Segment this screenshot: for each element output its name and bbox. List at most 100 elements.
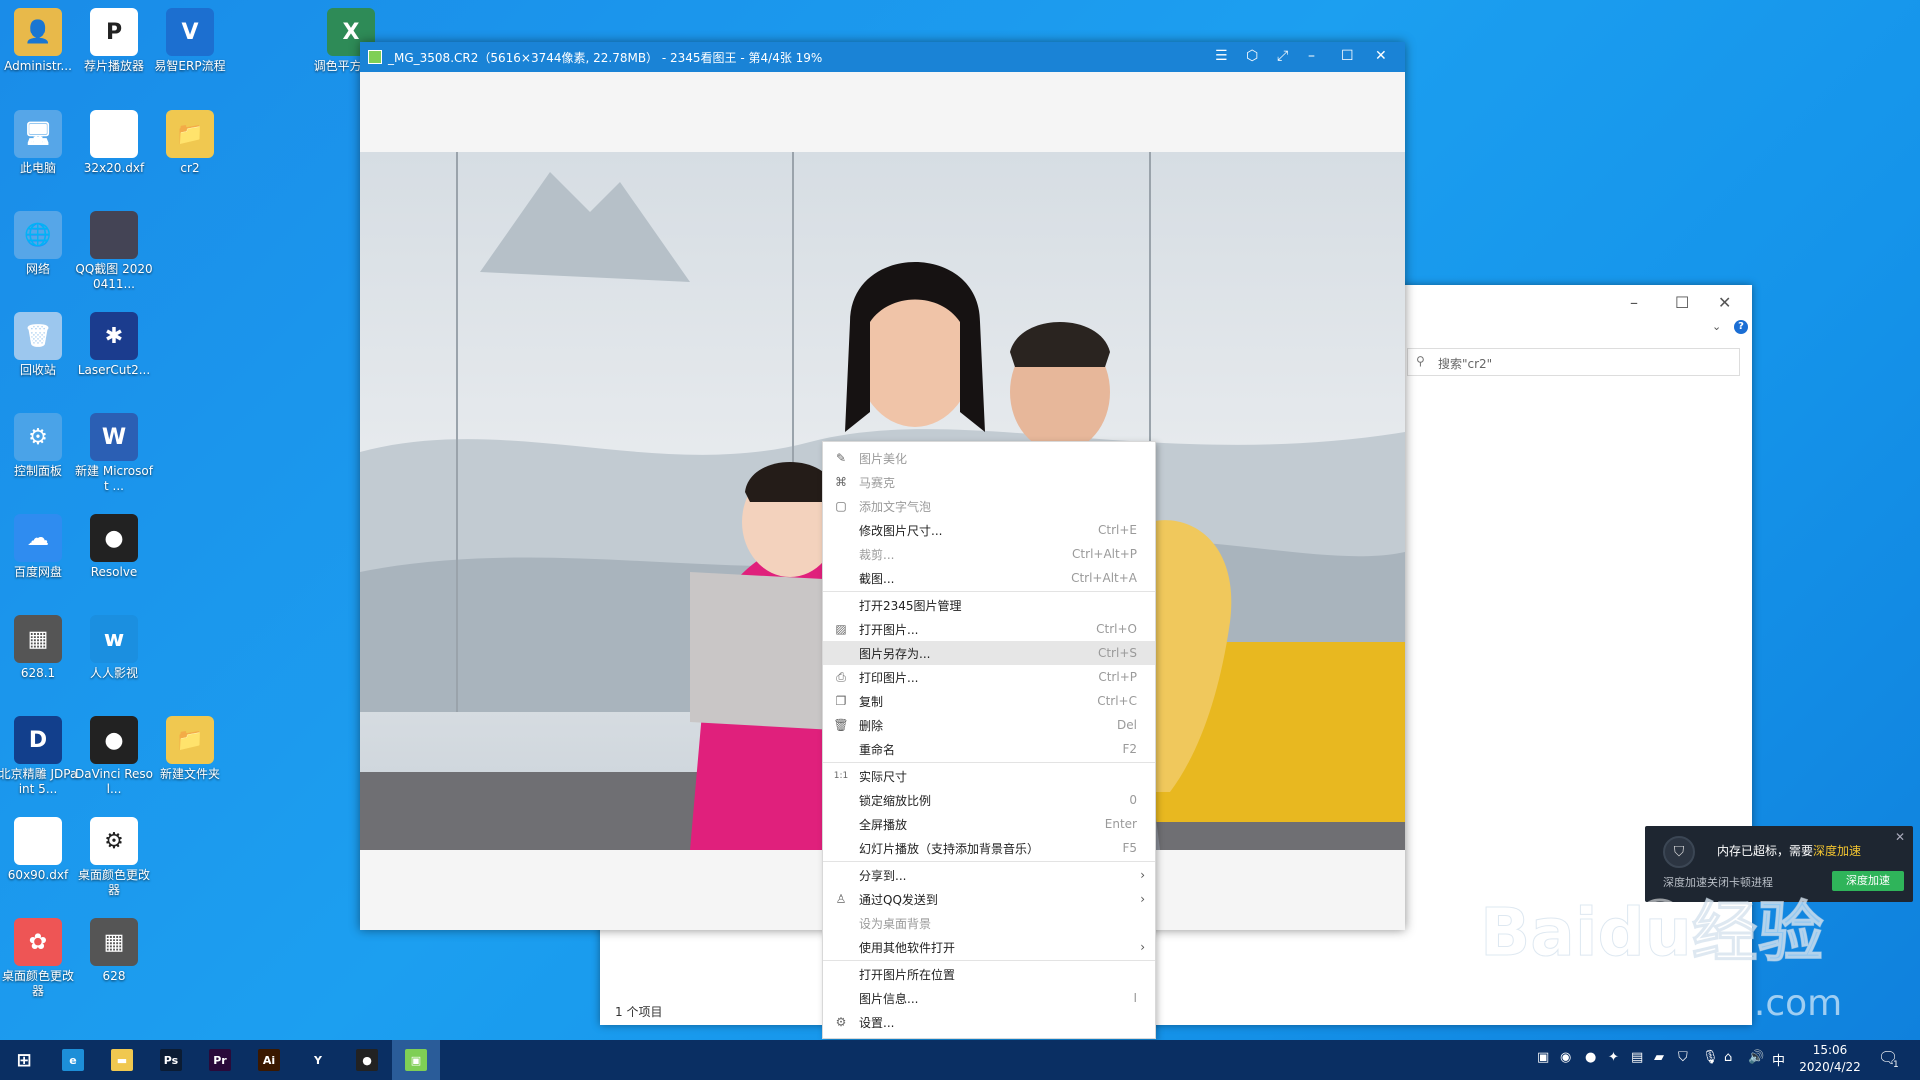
menu-item-label: 马赛克 (859, 475, 896, 490)
desktop-icon[interactable]: 🗑 回收站 (0, 312, 78, 378)
desktop-icon[interactable]: ⚙ 桌面颜色更改器 (74, 817, 154, 898)
menu-item[interactable]: ▨ 打开图片... Ctrl+O (823, 617, 1155, 641)
security-icon[interactable]: ⛉ (1678, 1050, 1688, 1065)
menu-item-label: 打印图片... (859, 670, 919, 685)
menu-item[interactable]: ❐ 复制 Ctrl+C (823, 689, 1155, 713)
menu-item-label: 添加文字气泡 (859, 499, 932, 514)
photoshop-app[interactable]: Ps (147, 1040, 195, 1080)
wechat-icon[interactable]: ◉ (1560, 1050, 1571, 1065)
menu-item[interactable]: 🗑 删除 Del (823, 713, 1155, 737)
davinci-app[interactable]: ● (343, 1040, 391, 1080)
chevron-down-icon[interactable]: ⌄ (1712, 320, 1721, 333)
menu-item[interactable]: 幻灯片播放（支持添加背景音乐） F5 (823, 836, 1155, 860)
desktop-icon[interactable]: D 北京精雕 JDPaint 5... (0, 716, 78, 797)
network-icon[interactable]: ⌂ (1724, 1050, 1732, 1065)
minimize-icon[interactable]: – (1630, 293, 1638, 312)
tray-app-icon[interactable]: ▣ (1537, 1050, 1549, 1065)
ime-indicator[interactable]: 中 (1772, 1050, 1785, 1069)
menu-item[interactable]: 1:1 实际尺寸 (823, 764, 1155, 788)
desktop-icon[interactable]: 🖥 此电脑 (0, 110, 78, 176)
desktop-icon[interactable]: 📁 cr2 (150, 110, 230, 176)
desktop-icon[interactable]: 📁 新建文件夹 (150, 716, 230, 782)
desktop-icon[interactable]: 32x20.dxf (74, 110, 154, 176)
desktop-icon-label: 网络 (25, 262, 50, 276)
search-input[interactable]: ⚲ 搜索"cr2" (1407, 348, 1740, 376)
desktop-icon[interactable]: w 人人影视 (74, 615, 154, 681)
close-icon[interactable]: ✕ (1895, 830, 1905, 844)
maximize-icon[interactable]: ☐ (1341, 48, 1354, 64)
menu-item-shortcut: Ctrl+C (1097, 694, 1137, 708)
desktop-icon[interactable]: 👤 Administr... (0, 8, 78, 74)
menu-item-icon-slot (833, 523, 849, 537)
menu-item[interactable]: 修改图片尺寸... Ctrl+E (823, 518, 1155, 542)
tray-green-icon[interactable]: ● (1585, 1050, 1596, 1065)
desktop-icon-image: ▦ (14, 615, 62, 663)
erp-app[interactable]: Y (294, 1040, 342, 1080)
nvidia-icon[interactable]: ▰ (1654, 1050, 1664, 1065)
close-icon[interactable]: ✕ (1718, 293, 1731, 312)
desktop-icon[interactable]: ⚙ 控制面板 (0, 413, 78, 479)
volume-icon[interactable]: 🔊 (1748, 1050, 1764, 1065)
desktop-icon[interactable]: P 荐片播放器 (74, 8, 154, 74)
menu-item[interactable]: 图片信息... I (823, 986, 1155, 1010)
desktop-icon[interactable]: QQ截图 20200411... (74, 211, 154, 292)
menu-item-label: 打开2345图片管理 (859, 598, 962, 613)
desktop-icon[interactable]: ● DaVinci Resol... (74, 716, 154, 797)
memory-alert-popup[interactable]: ⛉ 内存已超标，需要深度加速 深度加速关闭卡顿进程 深度加速 ✕ (1645, 826, 1913, 902)
menu-item[interactable]: 图片另存为... Ctrl+S (823, 641, 1155, 665)
clock[interactable]: 15:06 2020/4/22 (1796, 1042, 1864, 1076)
desktop-icon[interactable]: ● Resolve (74, 514, 154, 580)
fullscreen-icon[interactable]: ⤢ (1277, 48, 1288, 64)
menu-item[interactable]: 分享到... › (823, 863, 1155, 887)
menu-item-label: 打开图片... (859, 622, 919, 637)
menu-item-label: 实际尺寸 (859, 769, 908, 784)
desktop-icon[interactable]: ▦ 628 (74, 918, 154, 984)
tray-colorful-icon[interactable]: ✦ (1608, 1050, 1619, 1065)
microphone-icon[interactable]: 🎙 (1702, 1050, 1719, 1065)
title-bar[interactable]: _MG_3508.CR2（5616×3744像素, 22.78MB） - 234… (360, 42, 1405, 72)
menu-item[interactable]: 打开图片所在位置 (823, 962, 1155, 986)
desktop-icon-image (14, 817, 62, 865)
menu-item-icon-slot (833, 793, 849, 807)
minimize-icon[interactable]: – (1308, 48, 1315, 64)
premiere-icon: Pr (209, 1049, 231, 1071)
desktop-icon[interactable]: 60x90.dxf (0, 817, 78, 883)
menu-item-label: 截图... (859, 571, 895, 586)
menu-item[interactable]: 打开2345图片管理 (823, 593, 1155, 617)
maximize-icon[interactable]: ☐ (1675, 293, 1689, 312)
skin-icon[interactable]: ⬡ (1246, 48, 1258, 64)
deep-accelerate-button[interactable]: 深度加速 (1832, 871, 1904, 891)
premiere-app[interactable]: Pr (196, 1040, 244, 1080)
menu-item[interactable]: ⚙ 设置... (823, 1010, 1155, 1034)
2345-viewer-app[interactable]: ▣ (392, 1040, 440, 1080)
desktop-icon[interactable]: V 易智ERP流程 (150, 8, 230, 74)
desktop-icon-label: 628 (102, 969, 126, 983)
desktop-icon[interactable]: ▦ 628.1 (0, 615, 78, 681)
menu-item-shortcut: Ctrl+Alt+A (1071, 571, 1137, 585)
desktop-icon-label: 32x20.dxf (83, 161, 145, 175)
menu-item[interactable]: 锁定缩放比例 0 (823, 788, 1155, 812)
edge-app[interactable]: e (49, 1040, 97, 1080)
desktop-icon[interactable]: ✿ 桌面颜色更改器 (0, 918, 78, 999)
menu-item[interactable]: 全屏播放 Enter (823, 812, 1155, 836)
start-button[interactable]: ⊞ (0, 1040, 48, 1080)
menu-item-shortcut: Ctrl+P (1098, 670, 1137, 684)
help-icon[interactable]: ? (1734, 320, 1748, 334)
menu-item[interactable]: 使用其他软件打开 › (823, 935, 1155, 959)
illustrator-app[interactable]: Ai (245, 1040, 293, 1080)
desktop-icon[interactable]: W 新建 Microsoft ... (74, 413, 154, 494)
desktop-icon[interactable]: 🌐 网络 (0, 211, 78, 277)
desktop-icon-image: ☁ (14, 514, 62, 562)
close-icon[interactable]: ✕ (1375, 48, 1387, 64)
file-explorer-app[interactable]: ▬ (98, 1040, 146, 1080)
menu-item[interactable]: ♙ 通过QQ发送到 › (823, 887, 1155, 911)
desktop-icon[interactable]: ☁ 百度网盘 (0, 514, 78, 580)
menu-item[interactable]: ⎙ 打印图片... Ctrl+P (823, 665, 1155, 689)
menu-item[interactable]: 重命名 F2 (823, 737, 1155, 761)
menu-icon[interactable]: ☰ (1215, 48, 1228, 64)
desktop-icon-label: 60x90.dxf (7, 868, 69, 882)
shield-icon: ⛉ (1663, 836, 1695, 868)
tray-printer-icon[interactable]: ▤ (1631, 1050, 1643, 1065)
desktop-icon[interactable]: ✱ LaserCut2... (74, 312, 154, 378)
menu-item[interactable]: 截图... Ctrl+Alt+A (823, 566, 1155, 590)
